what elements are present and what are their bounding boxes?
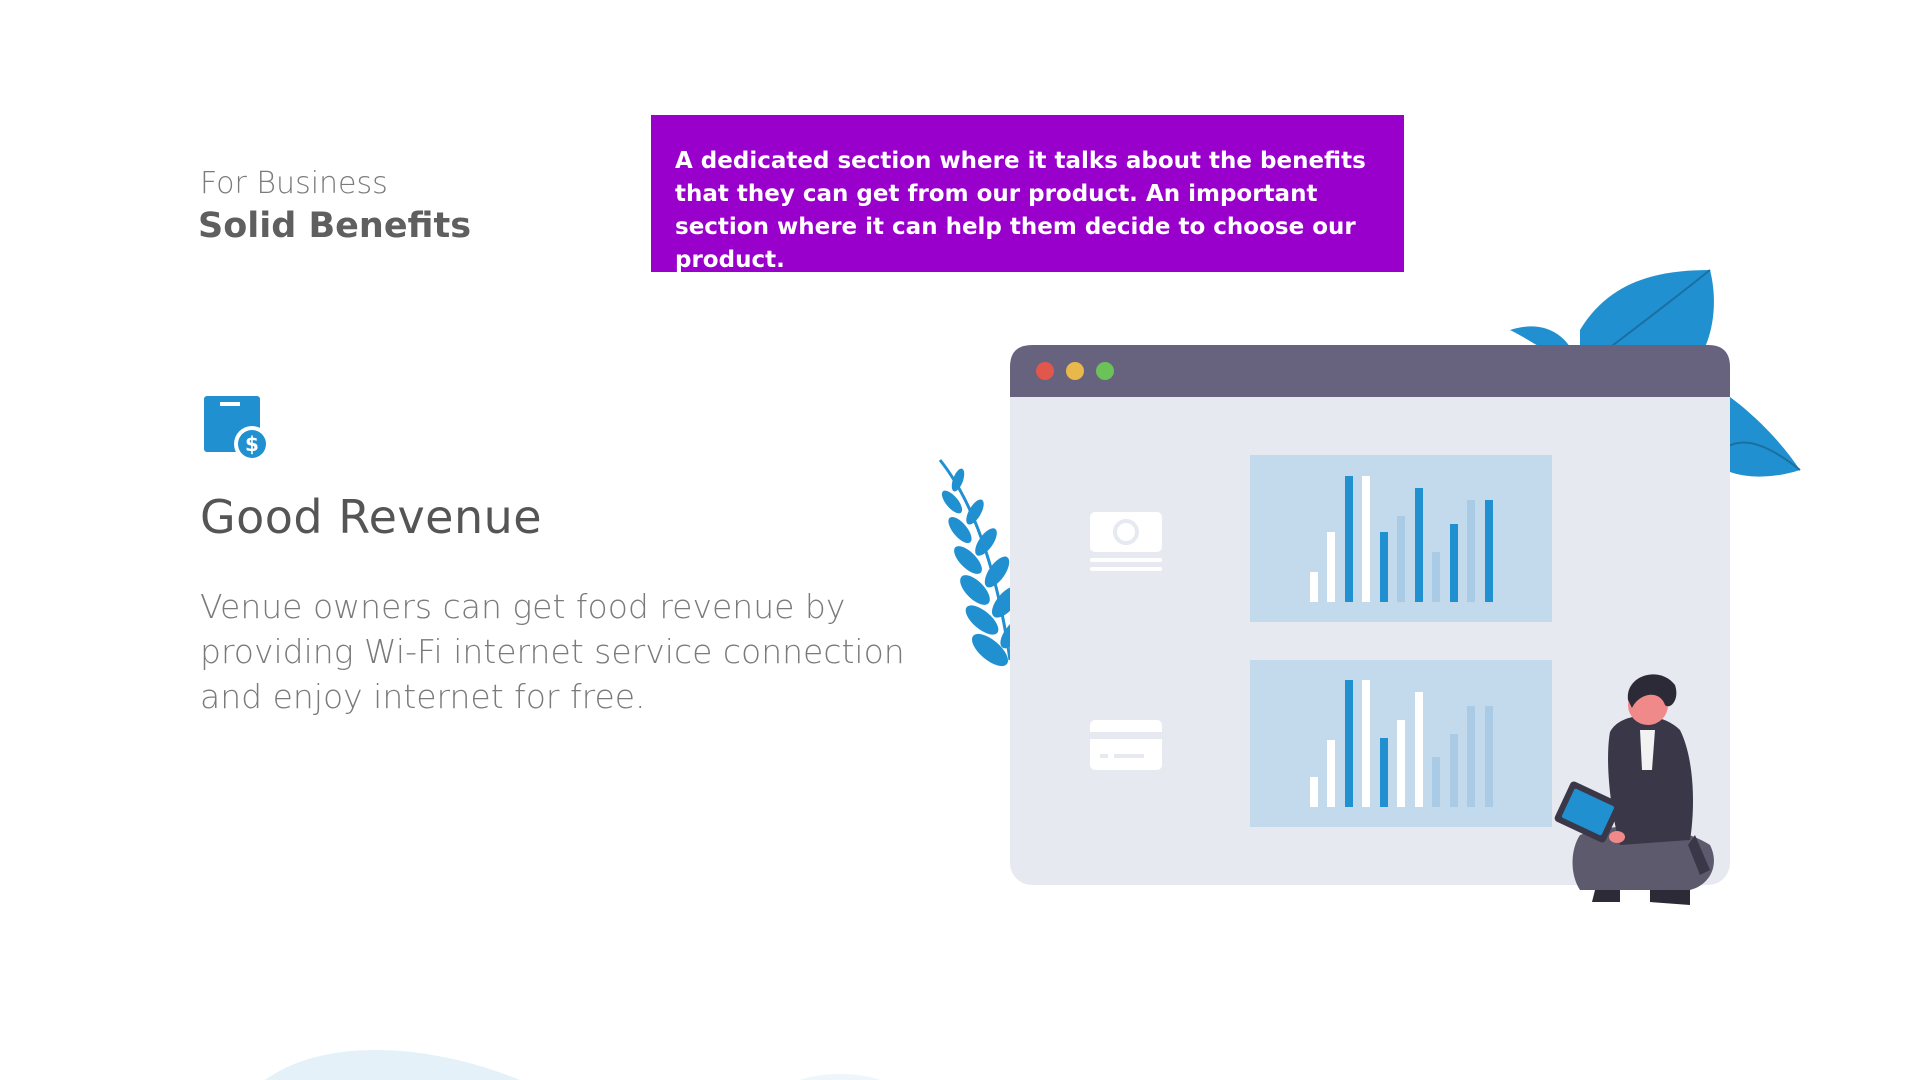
- window-minimize-dot: [1066, 362, 1084, 380]
- annotation-callout: A dedicated section where it talks about…: [651, 115, 1404, 273]
- feature-description: Venue owners can get food revenue by pro…: [200, 587, 905, 716]
- dashboard-illustration: [938, 269, 1801, 905]
- feature-title: Good Revenue: [200, 490, 543, 544]
- section-title: Solid Benefits: [198, 206, 472, 246]
- benefits-page: For Business Solid Benefits A dedicated …: [0, 0, 1920, 1080]
- revenue-box-dollar-icon: $: [204, 396, 270, 462]
- window-maximize-dot: [1096, 362, 1114, 380]
- section-eyebrow: For Business: [200, 166, 388, 201]
- window-close-dot: [1036, 362, 1054, 380]
- credit-card-icon: [1090, 720, 1162, 770]
- bottom-wave-decoration: [265, 1050, 880, 1080]
- svg-text:$: $: [245, 432, 259, 456]
- callout-text: A dedicated section where it talks about…: [675, 148, 1366, 273]
